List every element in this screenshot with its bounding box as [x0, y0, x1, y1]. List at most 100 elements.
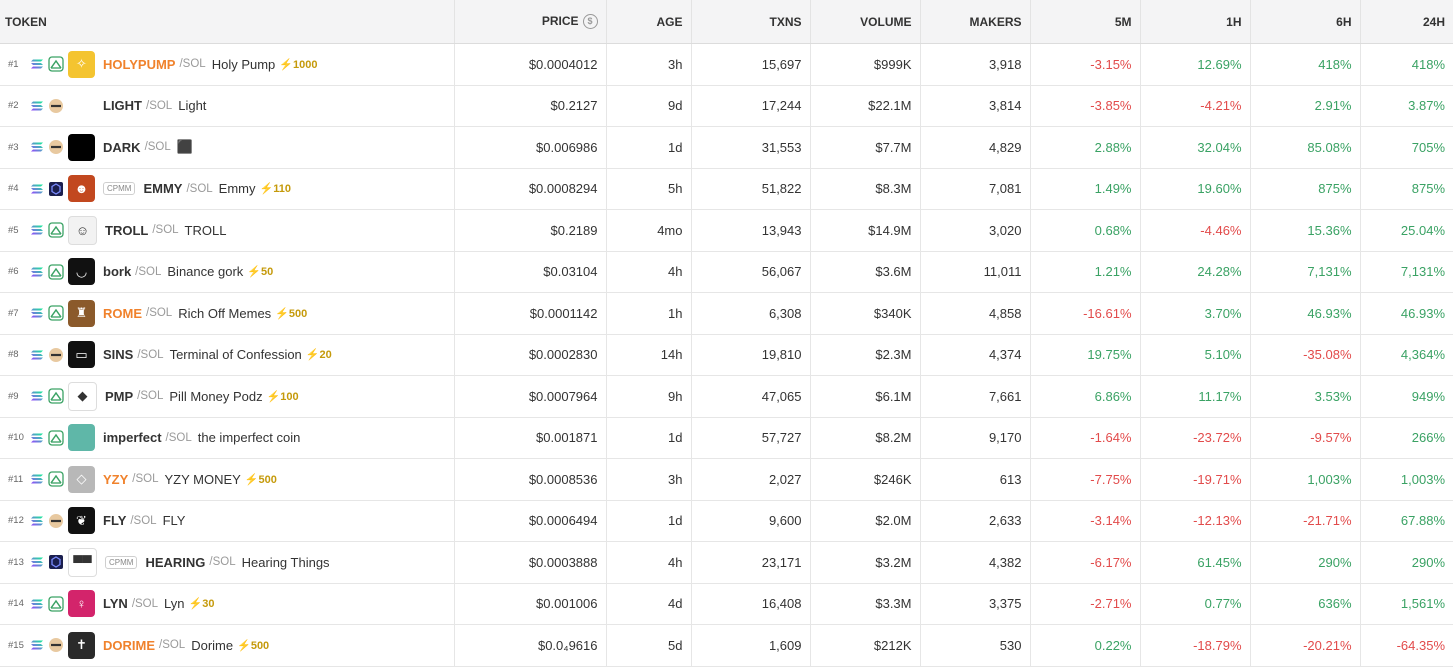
token-cell[interactable]: #8 ▭ SINS/SOL Terminal of Confession ⚡20	[0, 334, 455, 376]
token-cell[interactable]: #3 DARK/SOL ⬛	[0, 126, 455, 169]
change-24h-cell: 7,131%	[1360, 251, 1453, 293]
table-row[interactable]: #14 ♀ LYN/SOL Lyn ⚡30 $0.001006 4d 16,408 $3.3M 3…	[0, 583, 1453, 625]
txns-cell: 9,600	[691, 500, 811, 542]
col-header-age[interactable]: AGE	[606, 0, 692, 44]
token-cell[interactable]: #6 ◡ bork/SOL Binance gork ⚡50	[0, 251, 455, 293]
token-cell[interactable]: #15 ✝ DORIME/SOL Dorime ⚡500	[0, 624, 455, 667]
change-24h-cell: 25.04%	[1360, 209, 1453, 252]
token-cell[interactable]: #2 LIGHT/SOL Light	[0, 85, 455, 127]
price-cell: $0.0001142	[454, 292, 607, 335]
table-row[interactable]: #11 ◇ YZY/SOL YZY MONEY ⚡500 $0.0008536 3h 2,02…	[0, 458, 1453, 501]
pumpswap-icon	[48, 264, 64, 280]
token-cell[interactable]: #5 ☺ TROLL/SOL TROLL	[0, 209, 455, 252]
col-header-token[interactable]: TOKEN	[0, 0, 455, 44]
token-cell[interactable]: #12 ❦ FLY/SOL FLY	[0, 500, 455, 542]
solana-icon	[30, 471, 46, 487]
col-header-price[interactable]: PRICE $	[454, 0, 607, 44]
token-name: TROLL	[184, 222, 227, 238]
change-5m-cell: -2.71%	[1030, 583, 1141, 625]
token-cell[interactable]: #9 ◆ PMP/SOL Pill Money Podz ⚡100	[0, 375, 455, 418]
token-cell[interactable]: #4 ☻ CPMM EMMY/SOL Emmy ⚡110	[0, 168, 455, 210]
change-24h-cell: 1,561%	[1360, 583, 1453, 625]
token-symbol: HOLYPUMP	[103, 56, 176, 72]
table-row[interactable]: #7 ♜ ROME/SOL Rich Off Memes ⚡500 $0.0001142 1…	[0, 292, 1453, 335]
token-rank: #7	[8, 307, 19, 319]
change-24h-cell: 1,003%	[1360, 458, 1453, 501]
change-1h-cell: 32.04%	[1140, 126, 1251, 169]
token-symbol: LYN	[103, 596, 128, 612]
token-rank: #13	[8, 556, 24, 568]
quote-token: /SOL	[146, 99, 173, 112]
price-cell: $0.0003888	[454, 541, 607, 584]
change-5m-cell: -3.15%	[1030, 43, 1141, 86]
price-cell: $0.001006	[454, 583, 607, 625]
table-row[interactable]: #4 ☻ CPMM EMMY/SOL Emmy ⚡110 $0.0008294 5h 51,82…	[0, 168, 1453, 210]
token-cell[interactable]: #14 ♀ LYN/SOL Lyn ⚡30	[0, 583, 455, 625]
table-row[interactable]: #6 ◡ bork/SOL Binance gork ⚡50 $0.03104 4h 56,0…	[0, 251, 1453, 293]
token-rank: #9	[8, 390, 19, 402]
volume-cell: $2.3M	[810, 334, 921, 376]
table-row[interactable]: #13 ▀▀ CPMM HEARING/SOL Hearing Things $0.000…	[0, 541, 1453, 584]
col-header-24h[interactable]: 24H	[1360, 0, 1453, 44]
txns-cell: 57,727	[691, 417, 811, 459]
change-24h-cell: 46.93%	[1360, 292, 1453, 335]
change-1h-cell: -19.71%	[1140, 458, 1251, 501]
txns-cell: 17,244	[691, 85, 811, 127]
smile-icon: ◡	[68, 258, 95, 286]
table-row[interactable]: #10 imperfect/SOL the imperfect coin $0.001…	[0, 417, 1453, 459]
price-cell: $0.0008536	[454, 458, 607, 501]
table-row[interactable]: #2 LIGHT/SOL Light $0.2127 9d 17,244 $22.1M 3,8…	[0, 85, 1453, 127]
solana-icon	[30, 513, 46, 529]
token-cell[interactable]: #1 ✧ HOLYPUMP/SOL Holy Pump ⚡1000	[0, 43, 455, 86]
token-symbol: TROLL	[105, 222, 149, 238]
txns-cell: 31,553	[691, 126, 811, 169]
col-header-1h[interactable]: 1H	[1140, 0, 1251, 44]
token-cell[interactable]: #11 ◇ YZY/SOL YZY MONEY ⚡500	[0, 458, 455, 501]
col-header-5m[interactable]: 5M	[1030, 0, 1141, 44]
boost-badge: ⚡500	[237, 639, 270, 652]
change-5m-cell: -3.14%	[1030, 500, 1141, 542]
table-row[interactable]: #15 ✝ DORIME/SOL Dorime ⚡500 $0.0₄9616 5d 1,609…	[0, 624, 1453, 667]
change-24h-cell: 266%	[1360, 417, 1453, 459]
change-24h-cell: -64.35%	[1360, 624, 1453, 667]
table-row[interactable]: #8 ▭ SINS/SOL Terminal of Confession ⚡20 $0.0…	[0, 334, 1453, 376]
table-row[interactable]: #1 ✧ HOLYPUMP/SOL Holy Pump ⚡1000 $0.0004012 3…	[0, 43, 1453, 86]
token-name: Pill Money Podz	[169, 388, 263, 404]
makers-cell: 4,829	[920, 126, 1031, 169]
token-name: Dorime	[191, 637, 234, 653]
dorime-icon: ✝	[68, 631, 95, 659]
txns-cell: 13,943	[691, 209, 811, 252]
quote-token: /SOL	[131, 597, 159, 610]
age-cell: 4d	[606, 583, 692, 625]
dollar-circle-icon[interactable]: $	[582, 14, 598, 30]
token-rank: #6	[8, 266, 19, 278]
col-header-txns[interactable]: TXNS	[691, 0, 811, 44]
table-row[interactable]: #3 DARK/SOL ⬛ $0.006986 1d 31,553 $7.7M 4,829 2.…	[0, 126, 1453, 169]
quote-token: /SOL	[209, 556, 236, 569]
makers-cell: 9,170	[920, 417, 1031, 459]
makers-cell: 3,020	[920, 209, 1031, 252]
change-6h-cell: 1,003%	[1250, 458, 1361, 501]
table-row[interactable]: #5 ☺ TROLL/SOL TROLL $0.2189 4mo 13,943 $14.9M 3…	[0, 209, 1453, 252]
pumpswap-icon	[48, 56, 64, 72]
token-name: Hearing Things	[241, 554, 330, 570]
token-cell[interactable]: #10 imperfect/SOL the imperfect coin	[0, 417, 455, 459]
boost-badge: ⚡30	[188, 598, 215, 611]
volume-cell: $14.9M	[810, 209, 921, 252]
table-row[interactable]: #12 ❦ FLY/SOL FLY $0.0006494 1d 9,600 $2.0M 2,63…	[0, 500, 1453, 542]
table-row[interactable]: #9 ◆ PMP/SOL Pill Money Podz ⚡100 $0.0007964 9…	[0, 375, 1453, 418]
col-header-volume[interactable]: VOLUME	[810, 0, 921, 44]
pumpswap-icon	[48, 388, 64, 404]
txns-cell: 56,067	[691, 251, 811, 293]
solana-icon	[30, 264, 46, 280]
solana-icon	[30, 305, 46, 321]
col-header-makers[interactable]: MAKERS	[920, 0, 1031, 44]
volume-cell: $7.7M	[810, 126, 921, 169]
price-cell: $0.006986	[454, 126, 607, 169]
makers-cell: 4,382	[920, 541, 1031, 584]
makers-cell: 4,858	[920, 292, 1031, 335]
col-header-6h[interactable]: 6H	[1250, 0, 1361, 44]
token-symbol: HEARING	[145, 554, 206, 570]
token-cell[interactable]: #13 ▀▀ CPMM HEARING/SOL Hearing Things	[0, 541, 455, 584]
token-cell[interactable]: #7 ♜ ROME/SOL Rich Off Memes ⚡500	[0, 292, 455, 335]
